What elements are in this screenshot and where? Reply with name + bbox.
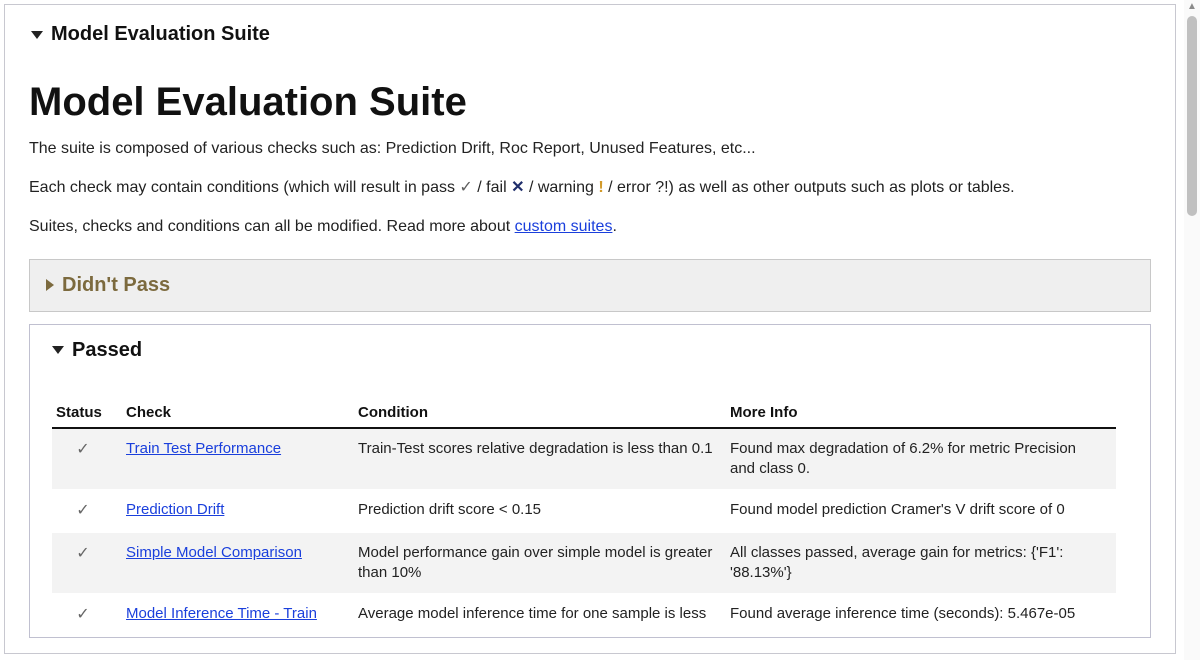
chevron-down-icon bbox=[52, 346, 64, 354]
check-link[interactable]: Prediction Drift bbox=[126, 501, 224, 518]
condition-cell: Model performance gain over simple model… bbox=[354, 532, 726, 594]
didnt-pass-title: Didn't Pass bbox=[62, 274, 170, 297]
scrollbar-track[interactable]: ▲ bbox=[1184, 0, 1200, 660]
didnt-pass-panel[interactable]: Didn't Pass bbox=[29, 259, 1151, 312]
scrollbar-thumb[interactable] bbox=[1187, 16, 1197, 216]
check-cell: Model Inference Time - Train bbox=[122, 594, 354, 637]
scroll-up-icon[interactable]: ▲ bbox=[1186, 2, 1198, 14]
table-row: ✓ Train Test Performance Train-Test scor… bbox=[52, 428, 1116, 490]
intro-text: Suites, checks and conditions can all be… bbox=[29, 218, 515, 235]
viewport: Model Evaluation Suite Model Evaluation … bbox=[0, 0, 1200, 660]
intro-text: / fail bbox=[477, 179, 511, 196]
more-info-cell: Found model prediction Cramer's V drift … bbox=[726, 490, 1116, 533]
check-link[interactable]: Model Inference Time - Train bbox=[126, 605, 317, 622]
check-link[interactable]: Simple Model Comparison bbox=[126, 544, 302, 561]
intro-text: Each check may contain conditions (which… bbox=[29, 179, 459, 196]
check-cell: Prediction Drift bbox=[122, 490, 354, 533]
page-title: Model Evaluation Suite bbox=[29, 80, 1175, 125]
content-pane: Model Evaluation Suite Model Evaluation … bbox=[4, 4, 1176, 654]
intro-line-2: Each check may contain conditions (which… bbox=[29, 176, 1151, 199]
status-pass-icon: ✓ bbox=[52, 490, 122, 533]
condition-cell: Prediction drift score < 0.15 bbox=[354, 490, 726, 533]
table-header-row: Status Check Condition More Info bbox=[52, 398, 1116, 428]
fail-icon: ✕ bbox=[511, 179, 524, 196]
passed-header[interactable]: Passed bbox=[30, 325, 1150, 370]
col-condition: Condition bbox=[354, 398, 726, 428]
col-more-info: More Info bbox=[726, 398, 1116, 428]
status-pass-icon: ✓ bbox=[52, 532, 122, 594]
check-link[interactable]: Train Test Performance bbox=[126, 440, 281, 457]
more-info-cell: Found average inference time (seconds): … bbox=[726, 594, 1116, 637]
status-pass-icon: ✓ bbox=[52, 428, 122, 490]
suite-collapse-title: Model Evaluation Suite bbox=[51, 23, 270, 46]
passed-results-table: Status Check Condition More Info ✓ Train… bbox=[52, 398, 1116, 637]
table-row: ✓ Simple Model Comparison Model performa… bbox=[52, 532, 1116, 594]
warning-icon: ! bbox=[598, 179, 603, 196]
didnt-pass-header[interactable]: Didn't Pass bbox=[46, 274, 1134, 297]
intro-text: / warning bbox=[529, 179, 598, 196]
table-row: ✓ Model Inference Time - Train Average m… bbox=[52, 594, 1116, 637]
more-info-cell: All classes passed, average gain for met… bbox=[726, 532, 1116, 594]
col-check: Check bbox=[122, 398, 354, 428]
custom-suites-link[interactable]: custom suites bbox=[515, 218, 613, 235]
suite-collapse-header[interactable]: Model Evaluation Suite bbox=[5, 5, 1175, 46]
more-info-cell: Found max degradation of 6.2% for metric… bbox=[726, 428, 1116, 490]
chevron-down-icon bbox=[31, 31, 43, 39]
chevron-right-icon bbox=[46, 279, 54, 291]
col-status: Status bbox=[52, 398, 122, 428]
passed-title: Passed bbox=[72, 339, 142, 362]
intro-text: . bbox=[612, 218, 616, 235]
condition-cell: Average model inference time for one sam… bbox=[354, 594, 726, 637]
condition-cell: Train-Test scores relative degradation i… bbox=[354, 428, 726, 490]
intro-line-1: The suite is composed of various checks … bbox=[29, 137, 1151, 160]
table-row: ✓ Prediction Drift Prediction drift scor… bbox=[52, 490, 1116, 533]
intro-text: / error ?!) as well as other outputs suc… bbox=[608, 179, 1014, 196]
pass-icon: ✓ bbox=[459, 179, 472, 196]
passed-panel: Passed Status Check Condition More Info … bbox=[29, 324, 1151, 638]
check-cell: Simple Model Comparison bbox=[122, 532, 354, 594]
intro-line-3: Suites, checks and conditions can all be… bbox=[29, 215, 1151, 238]
check-cell: Train Test Performance bbox=[122, 428, 354, 490]
status-pass-icon: ✓ bbox=[52, 594, 122, 637]
